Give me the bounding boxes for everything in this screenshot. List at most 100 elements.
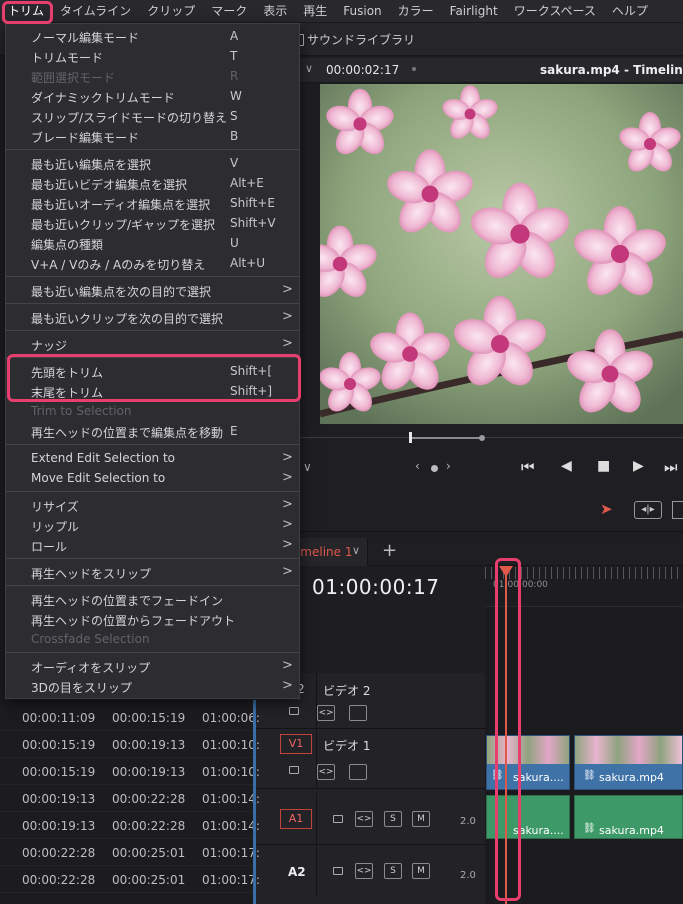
viewer-scrubber[interactable] (300, 424, 683, 452)
go-to-start-icon[interactable]: ⏮ (521, 458, 535, 476)
menu-item-select-nearest-edit[interactable]: 最も近い編集点を選択 V (6, 153, 299, 173)
menu-clip[interactable]: クリップ (139, 0, 203, 23)
list-item[interactable]: 00:00:15:19 00:00:19:13 01:00:10: (0, 731, 260, 758)
submenu-arrow-icon: > (282, 658, 293, 673)
list-item[interactable]: 00:00:22:28 00:00:25:01 01:00:17: (0, 866, 260, 893)
menu-item-toggle-va[interactable]: V+A / Vのみ / Aのみを切り替え Alt+U (6, 253, 299, 273)
play-icon[interactable]: ▶ (633, 458, 644, 474)
menu-item-resize[interactable]: リサイズ > (6, 495, 299, 515)
menu-fusion[interactable]: Fusion (335, 0, 389, 23)
add-timeline-button[interactable]: + (382, 540, 397, 561)
menu-separator (6, 491, 299, 492)
list-item[interactable]: 00:00:22:28 00:00:25:01 01:00:17: (0, 839, 260, 866)
auto-select-icon[interactable]: <> (355, 811, 373, 827)
menu-item-slip-3d-eye[interactable]: 3Dの目をスリップ > (6, 676, 299, 696)
stop-icon[interactable]: ■ (597, 458, 610, 474)
auto-select-icon[interactable]: <> (355, 863, 373, 879)
jog-bar[interactable] (410, 437, 482, 439)
auto-select-icon[interactable]: <> (317, 705, 335, 721)
menu-item-extend-edit-selection[interactable]: Extend Edit Selection to > (6, 448, 299, 468)
menu-item-select-nearest-video[interactable]: 最も近いビデオ編集点を選択 Alt+E (6, 173, 299, 193)
menu-item-fade-out[interactable]: 再生ヘッドの位置からフェードアウト (6, 609, 299, 629)
list-item[interactable]: 00:00:19:13 00:00:22:28 01:00:14: (0, 812, 260, 839)
menu-item-crossfade-selection[interactable]: Crossfade Selection (6, 629, 299, 649)
sound-library-button[interactable]: サウンドライブラリ (296, 31, 415, 48)
menu-item-fade-in[interactable]: 再生ヘッドの位置までフェードイン (6, 589, 299, 609)
lock-icon[interactable] (289, 707, 299, 715)
menu-color[interactable]: カラー (390, 0, 442, 23)
track-header-a2: A2 <> S M 2.0 (255, 845, 485, 897)
playhead-highlight (495, 558, 521, 901)
menu-item-trim-mode[interactable]: トリムモード T (6, 46, 299, 66)
menu-item-select-edit-for[interactable]: 最も近い編集点を次の目的で選択 > (6, 280, 299, 300)
viewer-header: ∨ 00:00:02:17 sakura.mp4 - Timeline 1 (300, 58, 683, 83)
viewer-dropdown-icon[interactable]: ∨ (305, 62, 313, 75)
menu-item-ripple[interactable]: リップル > (6, 515, 299, 535)
track-header-a1: A1 <> S M 2.0 (255, 793, 485, 845)
tab-dropdown-icon[interactable]: ∨ (352, 544, 360, 557)
menu-item-edit-point-type[interactable]: 編集点の種類 U (6, 233, 299, 253)
video-clip[interactable]: ⛓ sakura.mp4 (574, 735, 683, 790)
track-header-v1: V1 ビデオ 1 <> (255, 729, 485, 789)
menu-playback[interactable]: 再生 (295, 0, 335, 23)
viewer-title: sakura.mp4 - Timeline 1 (540, 63, 683, 77)
menu-item-blade-edit[interactable]: ブレード編集モード B (6, 126, 299, 146)
list-item[interactable]: 00:00:15:19 00:00:19:13 01:00:10: (0, 758, 260, 785)
dynamic-trim-icon[interactable] (672, 501, 683, 519)
menu-timeline[interactable]: タイムライン (52, 0, 139, 23)
tab-timeline-1[interactable]: Timeline 1 ∨ (290, 538, 368, 566)
lock-icon[interactable] (333, 815, 343, 823)
transport-controls: ∨ ‹ › ⏮ ◀ ■ ▶ ⏭ (300, 452, 683, 490)
viewer-image (320, 84, 683, 424)
menu-item-roll[interactable]: ロール > (6, 535, 299, 555)
jog-center-dot (431, 465, 438, 472)
auto-select-icon[interactable]: <> (317, 764, 335, 780)
submenu-arrow-icon: > (282, 678, 293, 693)
menu-separator (6, 558, 299, 559)
audio-clip[interactable]: ⛓ sakura.mp4 (574, 795, 683, 839)
playhead-marker[interactable] (409, 432, 412, 443)
mute-button[interactable]: M (412, 863, 430, 879)
menu-separator (6, 585, 299, 586)
submenu-arrow-icon: > (282, 336, 293, 351)
trim-tool-icon[interactable]: ◂|▸ (634, 501, 662, 519)
clip-link-icon: ⛓ (583, 823, 596, 834)
menu-item-slip-audio[interactable]: オーディオをスリップ > (6, 656, 299, 676)
menu-item-slip-playhead[interactable]: 再生ヘッドをスリップ > (6, 562, 299, 582)
submenu-arrow-icon: > (282, 450, 293, 465)
menu-fairlight[interactable]: Fairlight (442, 0, 506, 23)
selection-tool-icon[interactable]: ➤ (600, 500, 613, 518)
menu-item-select-clip-for[interactable]: 最も近いクリップを次の目的で選択 > (6, 307, 299, 327)
timeline-timecode: 01:00:00:17 (312, 575, 440, 599)
menu-item-trim-to-selection[interactable]: Trim to Selection (6, 401, 299, 421)
menu-item-nudge[interactable]: ナッジ > (6, 334, 299, 354)
lock-icon[interactable] (333, 867, 343, 875)
jog-left-icon[interactable]: ‹ (415, 459, 420, 473)
mute-button[interactable]: M (412, 811, 430, 827)
solo-button[interactable]: S (384, 863, 402, 879)
play-reverse-icon[interactable]: ◀ (561, 458, 572, 474)
track-enable-icon[interactable] (349, 764, 367, 780)
jog-right-icon[interactable]: › (446, 459, 451, 473)
menu-mark[interactable]: マーク (203, 0, 255, 23)
menu-workspace[interactable]: ワークスペース (506, 0, 604, 23)
menu-item-normal-edit[interactable]: ノーマル編集モード A (6, 26, 299, 46)
go-to-end-icon[interactable]: ⏭ (664, 458, 678, 476)
menu-item-dynamic-trim[interactable]: ダイナミックトリムモード W (6, 86, 299, 106)
menu-separator (6, 149, 299, 150)
solo-button[interactable]: S (384, 811, 402, 827)
list-item[interactable]: 00:00:19:13 00:00:22:28 01:00:14: (0, 785, 260, 812)
submenu-arrow-icon: > (282, 564, 293, 579)
menu-help[interactable]: ヘルプ (604, 0, 656, 23)
list-item[interactable]: 00:00:11:09 00:00:15:19 01:00:06: (0, 704, 260, 731)
viewer-options-icon[interactable]: ∨ (303, 460, 312, 474)
lock-icon[interactable] (289, 766, 299, 774)
menu-view[interactable]: 表示 (255, 0, 295, 23)
track-enable-icon[interactable] (349, 705, 367, 721)
menu-item-move-edit-selection[interactable]: Move Edit Selection to > (6, 468, 299, 488)
menu-item-move-edit-to-playhead[interactable]: 再生ヘッドの位置まで編集点を移動 E (6, 421, 299, 441)
menu-item-select-nearest-audio[interactable]: 最も近いオーディオ編集点を選択 Shift+E (6, 193, 299, 213)
menu-item-range-select[interactable]: 範囲選択モード R (6, 66, 299, 86)
menu-item-slip-slide[interactable]: スリップ/スライドモードの切り替え S (6, 106, 299, 126)
menu-item-select-nearest-clip[interactable]: 最も近いクリップ/ギャップを選択 Shift+V (6, 213, 299, 233)
